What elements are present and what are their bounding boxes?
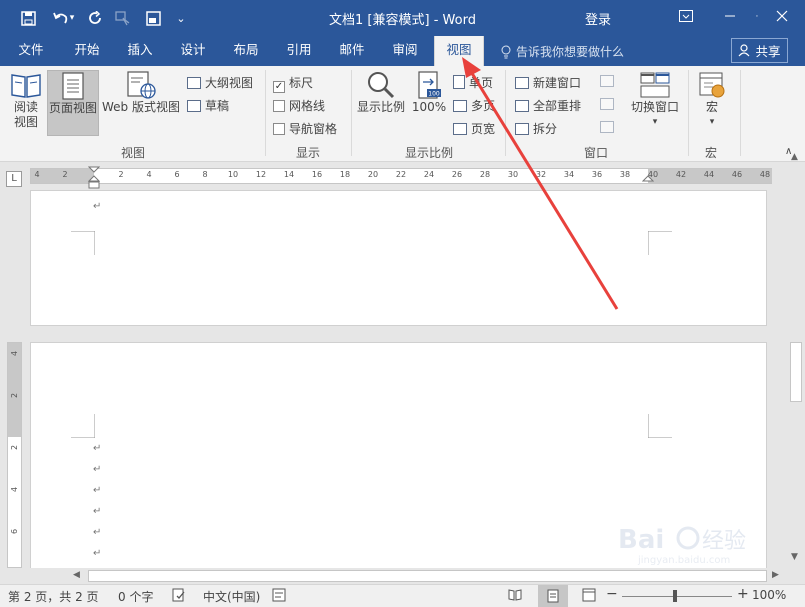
zoom-slider[interactable] bbox=[622, 596, 732, 597]
language-indicator[interactable]: 中文(中国) bbox=[203, 588, 260, 605]
status-bar: 第 2 页，共 2 页 0 个字 中文(中国) − + 100% bbox=[0, 584, 805, 607]
web-layout-icon[interactable] bbox=[582, 588, 596, 605]
hscrollbar-thumb[interactable] bbox=[88, 570, 767, 582]
scroll-down-icon[interactable]: ▼ bbox=[791, 552, 798, 562]
word-count[interactable]: 0 个字 bbox=[118, 588, 153, 605]
page-count[interactable]: 第 2 页，共 2 页 bbox=[8, 588, 99, 605]
zoom-level[interactable]: 100% bbox=[752, 588, 786, 602]
zoom-slider-handle[interactable] bbox=[673, 590, 677, 602]
read-mode-icon[interactable] bbox=[508, 588, 522, 605]
scroll-left-icon[interactable]: ◀ bbox=[73, 570, 80, 580]
print-layout-icon[interactable] bbox=[538, 585, 568, 607]
vertical-scrollbar[interactable]: ▲ ▼ bbox=[787, 152, 805, 568]
proofing-icon[interactable] bbox=[172, 588, 186, 605]
zoom-in-icon[interactable]: + bbox=[737, 586, 749, 602]
zoom-out-icon[interactable]: − bbox=[606, 586, 618, 602]
track-changes-icon[interactable] bbox=[272, 588, 286, 605]
annotation-arrow bbox=[462, 57, 619, 310]
scrollbar-thumb[interactable] bbox=[790, 342, 802, 402]
scroll-right-icon[interactable]: ▶ bbox=[772, 570, 779, 580]
horizontal-scrollbar[interactable]: ◀ ▶ bbox=[0, 568, 805, 584]
scroll-up-icon[interactable]: ▲ bbox=[791, 152, 798, 162]
